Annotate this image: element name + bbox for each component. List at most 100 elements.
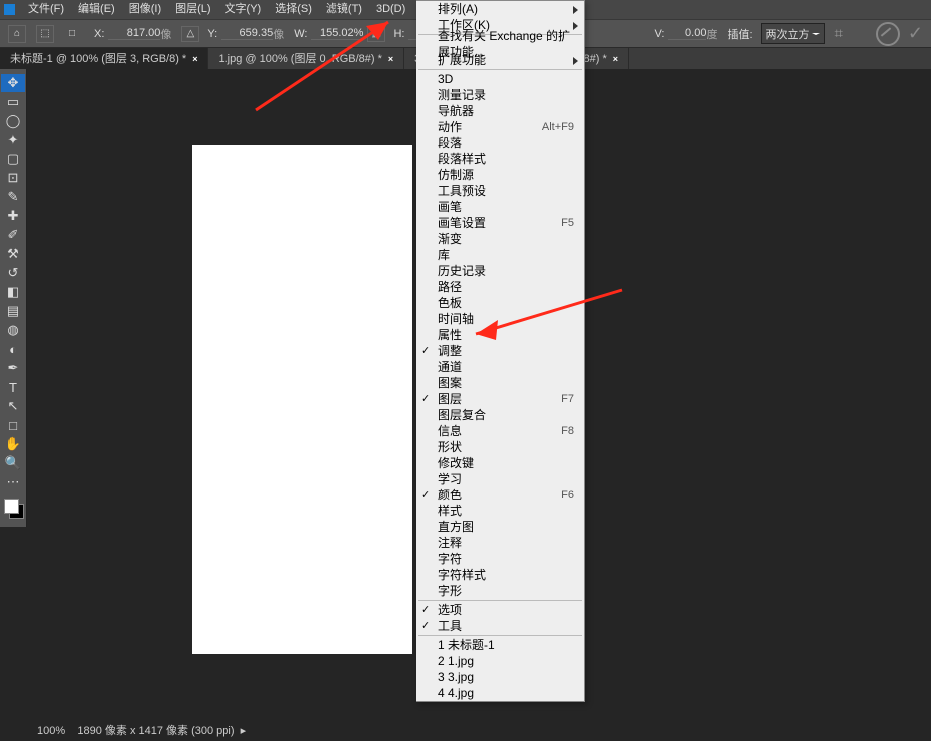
menu-item[interactable]: 仿制源 xyxy=(416,167,584,183)
type-icon[interactable]: T xyxy=(1,378,25,396)
zoom-icon[interactable]: 🔍 xyxy=(1,454,25,472)
close-icon[interactable]: × xyxy=(388,54,393,64)
menu-item[interactable]: 库 xyxy=(416,247,584,263)
interp-label: 插值: xyxy=(727,26,752,42)
menu-item-label: 3 3.jpg xyxy=(438,669,474,685)
menu-item-label: 1 未标题-1 xyxy=(438,637,495,653)
menu-item[interactable]: 3 3.jpg xyxy=(416,669,584,685)
menu-滤镜(T)[interactable]: 滤镜(T) xyxy=(319,0,369,19)
menu-item[interactable]: 路径 xyxy=(416,279,584,295)
menu-item[interactable]: 工具预设 xyxy=(416,183,584,199)
menu-编辑(E)[interactable]: 编辑(E) xyxy=(71,0,122,19)
lasso-icon[interactable]: ◯ xyxy=(1,112,25,130)
menu-item[interactable]: 扩展功能 xyxy=(416,52,584,68)
rectangle-icon[interactable]: □ xyxy=(1,416,25,434)
menu-item[interactable]: 调整 xyxy=(416,343,584,359)
more-icon[interactable]: ⋯ xyxy=(1,473,25,491)
close-icon[interactable]: × xyxy=(613,54,618,64)
stamp-icon[interactable]: ⚒ xyxy=(1,245,25,263)
y-value[interactable]: 659.35 xyxy=(221,27,273,40)
commit-icon[interactable]: ✓ xyxy=(908,23,923,44)
menu-item[interactable]: 测量记录 xyxy=(416,87,584,103)
gradient-icon[interactable]: ▤ xyxy=(1,302,25,320)
cancel-icon[interactable] xyxy=(876,22,900,46)
menu-item[interactable]: 3D xyxy=(416,71,584,87)
menu-item[interactable]: 渐变 xyxy=(416,231,584,247)
menu-shortcut: F5 xyxy=(561,215,574,231)
menu-item[interactable]: 样式 xyxy=(416,503,584,519)
link-wh-icon[interactable]: ⛓ xyxy=(367,26,385,42)
crop-icon[interactable]: ▢ xyxy=(1,150,25,168)
status-arrow-icon[interactable]: ▸ xyxy=(241,725,247,737)
color-swatches[interactable] xyxy=(2,497,24,521)
menu-item[interactable]: 字符样式 xyxy=(416,567,584,583)
menu-item[interactable]: 信息F8 xyxy=(416,423,584,439)
menu-选择(S)[interactable]: 选择(S) xyxy=(268,0,319,19)
hand-icon[interactable]: ✋ xyxy=(1,435,25,453)
close-icon[interactable]: × xyxy=(192,54,197,64)
menu-item[interactable]: 段落样式 xyxy=(416,151,584,167)
menu-item[interactable]: 直方图 xyxy=(416,519,584,535)
menu-item[interactable]: 字符 xyxy=(416,551,584,567)
menu-item[interactable]: 查找有关 Exchange 的扩展功能... xyxy=(416,36,584,52)
history-brush-icon[interactable]: ↺ xyxy=(1,264,25,282)
menu-item[interactable]: 画笔 xyxy=(416,199,584,215)
menu-图像(I)[interactable]: 图像(I) xyxy=(122,0,168,19)
menu-item[interactable]: 字形 xyxy=(416,583,584,599)
menu-item[interactable]: 排列(A) xyxy=(416,1,584,17)
menu-item[interactable]: 工具 xyxy=(416,618,584,634)
eraser-icon[interactable]: ◧ xyxy=(1,283,25,301)
brush-icon[interactable]: ✐ xyxy=(1,226,25,244)
menu-item[interactable]: 通道 xyxy=(416,359,584,375)
menu-item-label: 排列(A) xyxy=(438,1,478,17)
menu-item[interactable]: 4 4.jpg xyxy=(416,685,584,701)
w-value[interactable]: 155.02% xyxy=(311,27,363,40)
menu-item[interactable]: 修改键 xyxy=(416,455,584,471)
menu-item[interactable]: 历史记录 xyxy=(416,263,584,279)
blur-icon[interactable]: ◍ xyxy=(1,321,25,339)
menu-item[interactable]: 注释 xyxy=(416,535,584,551)
frame-icon[interactable]: ⊡ xyxy=(1,169,25,187)
move-icon[interactable]: ✥ xyxy=(1,74,25,92)
menu-图层(L)[interactable]: 图层(L) xyxy=(168,0,217,19)
menu-item[interactable]: 动作Alt+F9 xyxy=(416,119,584,135)
menu-item[interactable]: 画笔设置F5 xyxy=(416,215,584,231)
menu-item[interactable]: 图层F7 xyxy=(416,391,584,407)
marquee-icon[interactable]: ▭ xyxy=(1,93,25,111)
menu-item[interactable]: 学习 xyxy=(416,471,584,487)
menu-item[interactable]: 1 未标题-1 xyxy=(416,637,584,653)
dodge-icon[interactable]: ◐ xyxy=(1,340,25,358)
menu-shortcut: F7 xyxy=(561,391,574,407)
document-tab[interactable]: 1.jpg @ 100% (图层 0, RGB/8#) *× xyxy=(208,48,404,70)
menu-item[interactable]: 图层复合 xyxy=(416,407,584,423)
canvas[interactable] xyxy=(192,145,412,654)
menu-item[interactable]: 选项 xyxy=(416,602,584,618)
warp-icon[interactable]: ⌗ xyxy=(835,25,853,43)
menu-item[interactable]: 时间轴 xyxy=(416,311,584,327)
status-zoom[interactable]: 100% xyxy=(37,725,65,737)
menu-item[interactable]: 导航器 xyxy=(416,103,584,119)
magic-wand-icon[interactable]: ✦ xyxy=(1,131,25,149)
document-tab[interactable]: 未标题-1 @ 100% (图层 3, RGB/8) *× xyxy=(0,48,208,70)
interp-dropdown[interactable]: 两次立方 xyxy=(761,23,825,44)
menu-item[interactable]: 色板 xyxy=(416,295,584,311)
v-value[interactable]: 0.00 xyxy=(668,27,706,40)
anchor-widget-icon[interactable]: □ xyxy=(64,26,80,42)
x-value[interactable]: 817.00 xyxy=(108,27,160,40)
menu-item[interactable]: 2 1.jpg xyxy=(416,653,584,669)
path-icon[interactable]: ↖ xyxy=(1,397,25,415)
menu-item[interactable]: 段落 xyxy=(416,135,584,151)
eyedropper-icon[interactable]: ✎ xyxy=(1,188,25,206)
menu-3D(D)[interactable]: 3D(D) xyxy=(369,0,412,19)
menu-文件(F)[interactable]: 文件(F) xyxy=(21,0,71,19)
pen-icon[interactable]: ✒ xyxy=(1,359,25,377)
menu-item[interactable]: 图案 xyxy=(416,375,584,391)
menu-item[interactable]: 属性 xyxy=(416,327,584,343)
options-ref-icon[interactable]: ⬚ xyxy=(36,25,54,43)
triangle-icon[interactable]: △ xyxy=(181,26,199,42)
home-icon[interactable]: ⌂ xyxy=(8,25,26,43)
menu-文字(Y)[interactable]: 文字(Y) xyxy=(218,0,269,19)
menu-item[interactable]: 颜色F6 xyxy=(416,487,584,503)
healing-icon[interactable]: ✚ xyxy=(1,207,25,225)
menu-item[interactable]: 形状 xyxy=(416,439,584,455)
